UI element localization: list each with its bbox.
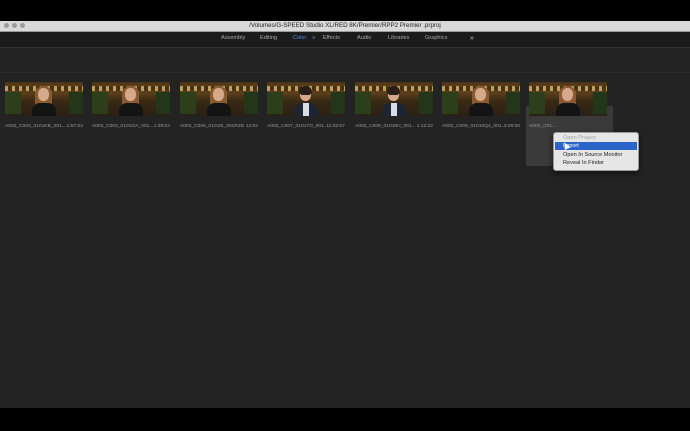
clip-thumbnail[interactable] <box>529 82 607 116</box>
window-title: /Volumes/G-SPEED Studio XL/RED 8K/Premie… <box>249 22 441 29</box>
premiere-app: Assembly Editing Color ≡ Effects Audio Li… <box>0 32 690 408</box>
context-menu: Open Project Import Open In Source Monit… <box>553 132 639 171</box>
clip-filename: A002_C007_01017O_001... <box>267 124 328 129</box>
clip-duration: 11:02:07 <box>326 124 345 129</box>
clip-filename: A002_C003_0101OA_001... <box>92 124 154 129</box>
workspace-bar: Assembly Editing Color ≡ Effects Audio Li… <box>0 32 690 48</box>
clip-scene <box>267 82 345 116</box>
clip-scene <box>180 82 258 116</box>
clip-thumbnail[interactable] <box>180 82 258 116</box>
clip-name-label: A002_C008_01010H_001... 1:12:22 <box>355 124 433 130</box>
person-figure <box>468 85 494 116</box>
person-figure <box>293 85 319 116</box>
clip-name-label: A002_C006_01010I_001R3D 12:02 <box>180 124 258 130</box>
window-titlebar: /Volumes/G-SPEED Studio XL/RED 8K/Premie… <box>0 21 690 32</box>
clip-name-label: A002_C004_0101KB_001... 1:57:02 <box>5 124 83 130</box>
clip-name-label: A002_C01... <box>529 124 607 130</box>
clip-scene <box>442 82 520 116</box>
person-figure <box>118 85 144 116</box>
clip-thumbnail[interactable] <box>442 82 520 116</box>
double-chevron-right-icon[interactable]: » <box>470 33 474 45</box>
person-figure <box>206 85 232 116</box>
clip-scene <box>5 82 83 116</box>
clip-scene <box>355 82 433 116</box>
clip-thumbnail[interactable] <box>355 82 433 116</box>
clip-duration: 1:12:22 <box>416 124 433 129</box>
clip-duration: 3:06:06 <box>503 124 520 129</box>
clip-thumbnail[interactable] <box>267 82 345 116</box>
clip-filename: A002_C01... <box>529 124 557 129</box>
workspace-tab-effects[interactable]: Effects <box>323 32 340 47</box>
menu-item-open-in-source-monitor[interactable]: Open In Source Monitor <box>555 151 637 159</box>
workspace-tab-libraries[interactable]: Libraries <box>388 32 409 47</box>
clip-name-label: A002_C007_01017O_001... 11:02:07 <box>267 124 345 130</box>
clip-duration: 1:39:04 <box>153 124 170 129</box>
workspace-tab-audio[interactable]: Audio <box>357 32 371 47</box>
person-figure <box>381 85 407 116</box>
menu-item-reveal-in-finder[interactable]: Reveal In Finder <box>555 159 637 167</box>
person-figure <box>31 85 57 116</box>
workspace-menu-icon[interactable]: ≡ <box>312 35 315 41</box>
workspace-tab-editing[interactable]: Editing <box>260 32 277 47</box>
clip-filename: A002_C004_0101KB_001... <box>5 124 66 129</box>
clip-scene <box>529 82 607 116</box>
project-panel-header <box>0 48 690 73</box>
clip-filename: A002_C009_01010Q4_001... <box>442 124 506 129</box>
workspace-tab-assembly[interactable]: Assembly <box>221 32 245 47</box>
clip-filename: A002_C008_01010H_001... <box>355 124 416 129</box>
clip-duration: 12:02 <box>245 124 258 129</box>
person-figure <box>555 85 581 116</box>
clip-duration: 1:57:02 <box>66 124 83 129</box>
workspace-tab-color-label: Color <box>293 35 307 41</box>
clip-thumbnail[interactable] <box>92 82 170 116</box>
workspace-tab-color[interactable]: Color ≡ <box>293 32 315 47</box>
clip-filename: A002_C006_01010I_001R3D <box>180 124 245 129</box>
clip-scene <box>92 82 170 116</box>
clip-name-label: A002_C009_01010Q4_001... 3:06:06 <box>442 124 520 130</box>
clip-thumbnail[interactable] <box>5 82 83 116</box>
clip-name-label: A002_C003_0101OA_001... 1:39:04 <box>92 124 170 130</box>
workspace-tab-graphics[interactable]: Graphics <box>425 32 447 47</box>
